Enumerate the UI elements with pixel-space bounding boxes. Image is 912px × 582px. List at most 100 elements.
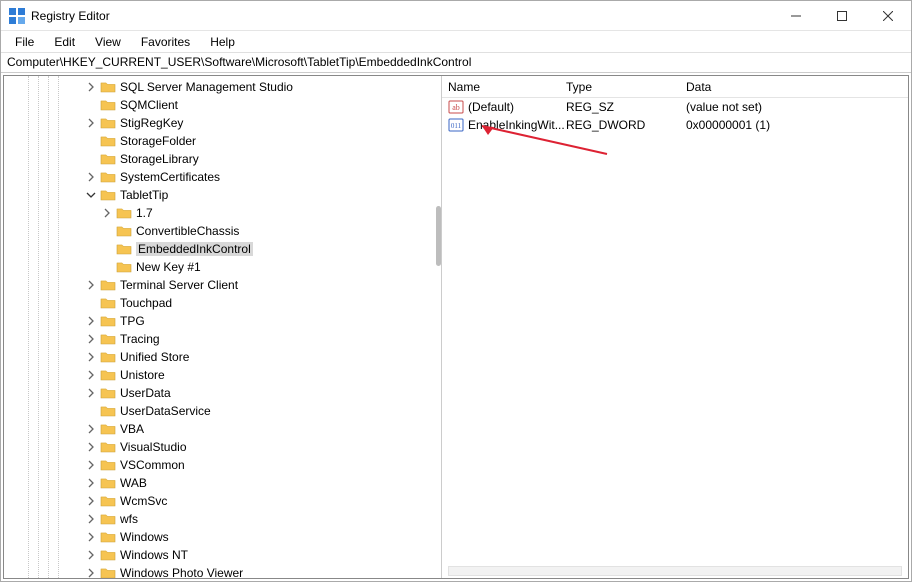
tree-item[interactable]: WcmSvc: [4, 492, 441, 510]
tree-item-label: TabletTip: [120, 188, 168, 202]
folder-icon: [100, 440, 116, 454]
value-row[interactable]: ab(Default)REG_SZ(value not set): [442, 98, 908, 116]
chevron-right-icon[interactable]: [86, 568, 100, 578]
chevron-right-icon[interactable]: [86, 424, 100, 434]
tree-item[interactable]: StorageFolder: [4, 132, 441, 150]
tree-item[interactable]: SQL Server Management Studio: [4, 78, 441, 96]
chevron-right-icon[interactable]: [86, 514, 100, 524]
tree-item[interactable]: WAB: [4, 474, 441, 492]
tree-item[interactable]: StigRegKey: [4, 114, 441, 132]
chevron-right-icon[interactable]: [86, 550, 100, 560]
titlebar: Registry Editor: [1, 1, 911, 31]
menu-edit[interactable]: Edit: [44, 33, 85, 51]
chevron-right-icon[interactable]: [86, 388, 100, 398]
folder-icon: [100, 350, 116, 364]
minimize-button[interactable]: [773, 1, 819, 31]
folder-icon: [100, 494, 116, 508]
tree-item[interactable]: VBA: [4, 420, 441, 438]
chevron-right-icon[interactable]: [86, 118, 100, 128]
menu-view[interactable]: View: [85, 33, 131, 51]
tree-item[interactable]: wfs: [4, 510, 441, 528]
value-type: REG_SZ: [566, 100, 686, 114]
tree-item[interactable]: Unistore: [4, 366, 441, 384]
close-button[interactable]: [865, 1, 911, 31]
tree-item[interactable]: Windows: [4, 528, 441, 546]
tree-item-label: SQMClient: [120, 98, 178, 112]
chevron-right-icon[interactable]: [86, 370, 100, 380]
chevron-right-icon[interactable]: [102, 208, 116, 218]
chevron-right-icon[interactable]: [86, 334, 100, 344]
tree-item[interactable]: TabletTip: [4, 186, 441, 204]
tree-item[interactable]: SystemCertificates: [4, 168, 441, 186]
horizontal-scrollbar[interactable]: [448, 566, 902, 576]
tree-item[interactable]: 1.7: [4, 204, 441, 222]
values-pane[interactable]: Name Type Data ab(Default)REG_SZ(value n…: [442, 76, 908, 578]
value-data: 0x00000001 (1): [686, 118, 908, 132]
address-bar[interactable]: Computer\HKEY_CURRENT_USER\Software\Micr…: [1, 53, 911, 73]
tree-item-label: TPG: [120, 314, 145, 328]
tree-item-label: VisualStudio: [120, 440, 187, 454]
chevron-right-icon[interactable]: [86, 496, 100, 506]
tree-item-label: SystemCertificates: [120, 170, 220, 184]
tree-item[interactable]: Windows NT: [4, 546, 441, 564]
tree-item-label: Windows Photo Viewer: [120, 566, 243, 578]
col-header-name[interactable]: Name: [448, 78, 566, 96]
tree-item-label: UserData: [120, 386, 171, 400]
tree-item[interactable]: VSCommon: [4, 456, 441, 474]
folder-icon: [100, 170, 116, 184]
menubar: File Edit View Favorites Help: [1, 31, 911, 53]
tree-pane[interactable]: SQL Server Management Studio SQMClient Sti…: [4, 76, 442, 578]
tree-item-label: StorageLibrary: [120, 152, 199, 166]
folder-icon: [100, 188, 116, 202]
chevron-right-icon[interactable]: [86, 442, 100, 452]
tree-item[interactable]: TPG: [4, 312, 441, 330]
folder-icon: [100, 368, 116, 382]
chevron-right-icon[interactable]: [86, 478, 100, 488]
chevron-right-icon[interactable]: [86, 316, 100, 326]
tree-item[interactable]: New Key #1: [4, 258, 441, 276]
chevron-down-icon[interactable]: [86, 190, 100, 200]
folder-icon: [116, 260, 132, 274]
chevron-right-icon[interactable]: [86, 460, 100, 470]
tree-item-label: StigRegKey: [120, 116, 183, 130]
tree-item[interactable]: Touchpad: [4, 294, 441, 312]
tree-item[interactable]: VisualStudio: [4, 438, 441, 456]
col-header-type[interactable]: Type: [566, 78, 686, 96]
tree-item[interactable]: EmbeddedInkControl: [4, 240, 441, 258]
chevron-right-icon[interactable]: [86, 532, 100, 542]
maximize-button[interactable]: [819, 1, 865, 31]
chevron-right-icon[interactable]: [86, 280, 100, 290]
tree-item-label: UserDataService: [120, 404, 211, 418]
folder-icon: [100, 80, 116, 94]
folder-icon: [100, 566, 116, 578]
folder-icon: [100, 476, 116, 490]
tree-item-label: Tracing: [120, 332, 160, 346]
folder-icon: [100, 512, 116, 526]
pane-resize-handle[interactable]: [436, 206, 441, 266]
folder-icon: [100, 98, 116, 112]
tree-item[interactable]: Windows Photo Viewer: [4, 564, 441, 578]
tree-item-label: VSCommon: [120, 458, 185, 472]
tree-item[interactable]: SQMClient: [4, 96, 441, 114]
chevron-right-icon[interactable]: [86, 172, 100, 182]
tree-item[interactable]: ConvertibleChassis: [4, 222, 441, 240]
chevron-right-icon[interactable]: [86, 82, 100, 92]
menu-file[interactable]: File: [5, 33, 44, 51]
menu-help[interactable]: Help: [200, 33, 245, 51]
tree-item-label: New Key #1: [136, 260, 201, 274]
registry-editor-window: Registry Editor File Edit View Favorites…: [0, 0, 912, 582]
chevron-right-icon[interactable]: [86, 352, 100, 362]
tree-item-label: SQL Server Management Studio: [120, 80, 293, 94]
tree-item[interactable]: Terminal Server Client: [4, 276, 441, 294]
tree-item[interactable]: UserData: [4, 384, 441, 402]
menu-favorites[interactable]: Favorites: [131, 33, 200, 51]
value-name: EnableInkingWit...: [468, 118, 565, 132]
tree-item[interactable]: StorageLibrary: [4, 150, 441, 168]
tree-item[interactable]: UserDataService: [4, 402, 441, 420]
col-header-data[interactable]: Data: [686, 78, 908, 96]
tree-item-label: wfs: [120, 512, 138, 526]
value-row[interactable]: 011EnableInkingWit...REG_DWORD0x00000001…: [442, 116, 908, 134]
tree-item[interactable]: Tracing: [4, 330, 441, 348]
folder-icon: [100, 296, 116, 310]
tree-item[interactable]: Unified Store: [4, 348, 441, 366]
